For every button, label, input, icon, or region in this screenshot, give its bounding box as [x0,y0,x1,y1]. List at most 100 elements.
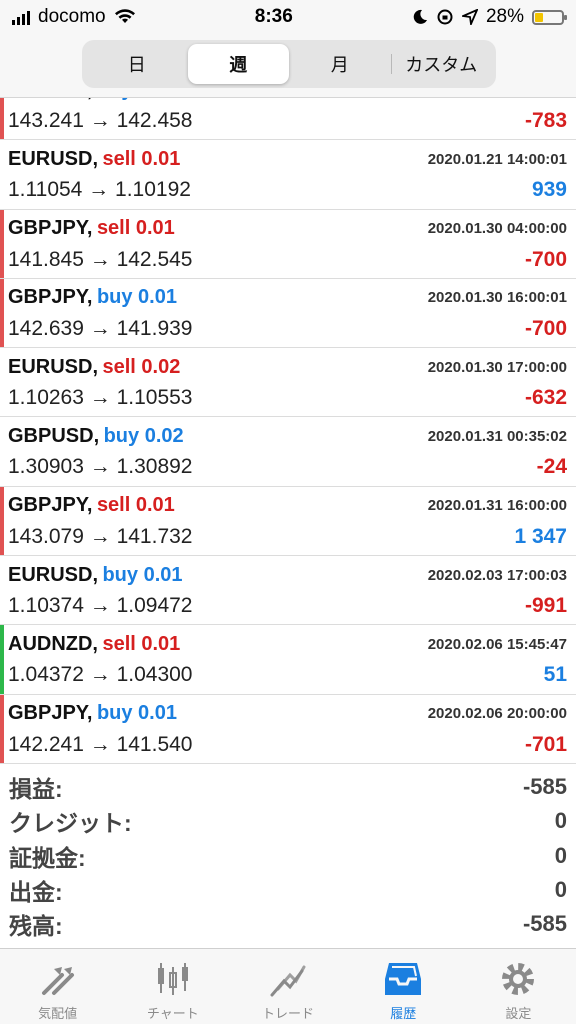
period-tab-week[interactable]: 週 [187,44,289,84]
clock: 8:36 [254,6,293,27]
tab-trade[interactable]: トレード [230,949,345,1024]
deal-prices: 1.11054 → 1.10192 [8,178,191,202]
deal-side: sell 0.01 [102,147,181,170]
tab-label: トレード [262,1006,315,1021]
deal-symbol: GBPJPY, [8,494,93,517]
deal-side: sell 0.01 [96,217,175,240]
period-tab-day[interactable]: 日 [86,44,188,84]
deal-datetime: 2020.02.06 15:45:47 [427,635,567,653]
deal-prices: 1.10263 → 1.10553 [8,386,193,410]
deal-prices: 1.04372 → 1.04300 [8,663,193,687]
summary-value: 0 [554,842,567,868]
deal-datetime: 2020.02.03 17:00:03 [427,566,567,584]
deal-indicator-bar [0,625,4,694]
deal-datetime: 2020.01.30 16:00:01 [427,289,567,307]
deal-prices: 1.30903 → 1.30892 [8,455,193,479]
summary-value: -585 [522,911,567,937]
tab-quotes[interactable]: 気配値 [0,949,115,1024]
summary-row-balance: 残高: -585 [0,907,576,941]
cellular-signal-icon [12,9,30,25]
deal-profit: -991 [524,594,567,618]
deal-symbol: AUDNZD, [8,632,98,655]
deal-row[interactable]: EURUSD, buy 0.01 2020.02.03 17:00:03 1.103… [0,556,576,626]
deal-datetime: 2020.01.31 00:35:02 [427,427,567,445]
deal-profit: -700 [524,247,567,271]
deal-profit: -700 [524,316,567,340]
period-tab-custom[interactable]: カスタム [390,44,493,84]
chart-candles-icon [157,963,188,995]
tab-chart[interactable]: チャート [115,949,230,1024]
period-segmented-control: 日 週 月 カスタム [82,40,496,88]
deal-row[interactable]: GBPJPY, buy 0.01 143.241 → 142.458 -783 [0,98,576,141]
deal-side: buy 0.01 [96,702,177,725]
deal-indicator-bar [0,209,4,278]
deal-profit: 51 [543,663,567,687]
deal-profit: -701 [524,732,567,756]
deal-indicator-bar [0,140,4,208]
summary-label: 出金: [9,879,63,906]
deal-profit: 939 [531,178,567,202]
deal-profit: -24 [536,455,567,479]
wifi-icon [114,9,135,23]
period-tab-month[interactable]: 月 [289,44,391,84]
deal-symbol: EURUSD, [8,563,99,586]
moon-icon [413,9,427,24]
status-bar: docomo 8:36 28% [0,0,576,34]
deal-profit: -632 [524,386,567,410]
deal-indicator-bar [0,417,4,485]
deal-side: buy 0.02 [103,424,184,447]
deal-row[interactable]: AUDNZD, sell 0.01 2020.02.06 15:45:47 1.04… [0,625,576,695]
deals-list[interactable]: GBPJPY, buy 0.01 143.241 → 142.458 -783 EUR… [0,98,576,764]
deal-symbol: EURUSD, [8,147,99,170]
deal-row[interactable]: EURUSD, sell 0.02 2020.01.30 17:00:00 1.10… [0,348,576,418]
summary-label: クレジット: [9,810,132,837]
deal-symbol: GBPJPY, [8,286,93,309]
deal-datetime: 2020.01.21 14:00:01 [427,150,567,168]
tab-label: 気配値 [38,1006,78,1021]
deal-side: buy 0.01 [96,286,177,309]
quotes-icon [41,967,74,995]
tab-label: 履歴 [390,1006,417,1021]
deal-row[interactable]: GBPJPY, sell 0.01 2020.01.31 16:00:00 143.… [0,486,576,557]
deal-indicator-bar [0,694,4,763]
summary-row-withdrawal: 出金: 0 [0,873,576,907]
summary-label: 証拠金: [9,844,86,871]
deal-row[interactable]: GBPJPY, buy 0.01 2020.02.06 20:00:00 142.2… [0,694,576,764]
deal-symbol: GBPJPY, [8,702,93,725]
summary-row-margin: 証拠金: 0 [0,839,576,873]
battery-icon [531,9,567,25]
gear-icon [502,963,535,995]
history-inbox-icon [385,963,422,995]
deal-row[interactable]: GBPUSD, buy 0.02 2020.01.31 00:35:02 1.309… [0,417,576,487]
deal-prices: 143.241 → 142.458 [8,109,193,132]
rotation-lock-icon [437,9,453,25]
summary-row-profit: 損益: -585 [0,770,576,804]
deal-prices: 141.845 → 142.545 [8,247,193,271]
battery-percent: 28% [485,6,524,27]
bottom-tab-bar: 気配値 チャート トレード 履歴 設定 [0,948,576,1024]
tab-settings[interactable]: 設定 [461,949,576,1024]
deal-indicator-bar [0,98,4,140]
deal-datetime: 2020.01.30 04:00:00 [427,220,567,238]
deal-row[interactable]: GBPJPY, buy 0.01 2020.01.30 16:00:01 142.6… [0,278,576,349]
tab-label: 設定 [505,1006,532,1021]
deal-row[interactable]: EURUSD, sell 0.01 2020.01.21 14:00:01 1.11… [0,140,576,210]
summary-label: 残高: [9,913,63,940]
tab-history[interactable]: 履歴 [346,949,461,1024]
deal-side: buy 0.01 [102,563,183,586]
deal-symbol: GBPJPY, [8,98,92,101]
deal-profit: 1 347 [514,524,567,548]
deal-datetime: 2020.02.06 20:00:00 [427,705,567,723]
summary-row-credit: クレジット: 0 [0,804,576,838]
deal-prices: 142.639 → 141.939 [8,316,193,340]
deal-side: sell 0.01 [102,632,181,655]
deal-datetime: 2020.01.31 16:00:00 [427,497,567,515]
deal-row[interactable]: GBPJPY, sell 0.01 2020.01.30 04:00:00 141.… [0,209,576,279]
deal-indicator-bar [0,486,4,556]
account-summary: 損益: -585 クレジット: 0 証拠金: 0 出金: 0 残高: -585 [0,770,576,941]
deal-datetime: 2020.01.30 17:00:00 [427,358,567,376]
deal-side: buy 0.01 [97,98,177,101]
deal-symbol: EURUSD, [8,355,99,378]
deal-indicator-bar [0,556,4,624]
trade-icon [270,965,306,997]
